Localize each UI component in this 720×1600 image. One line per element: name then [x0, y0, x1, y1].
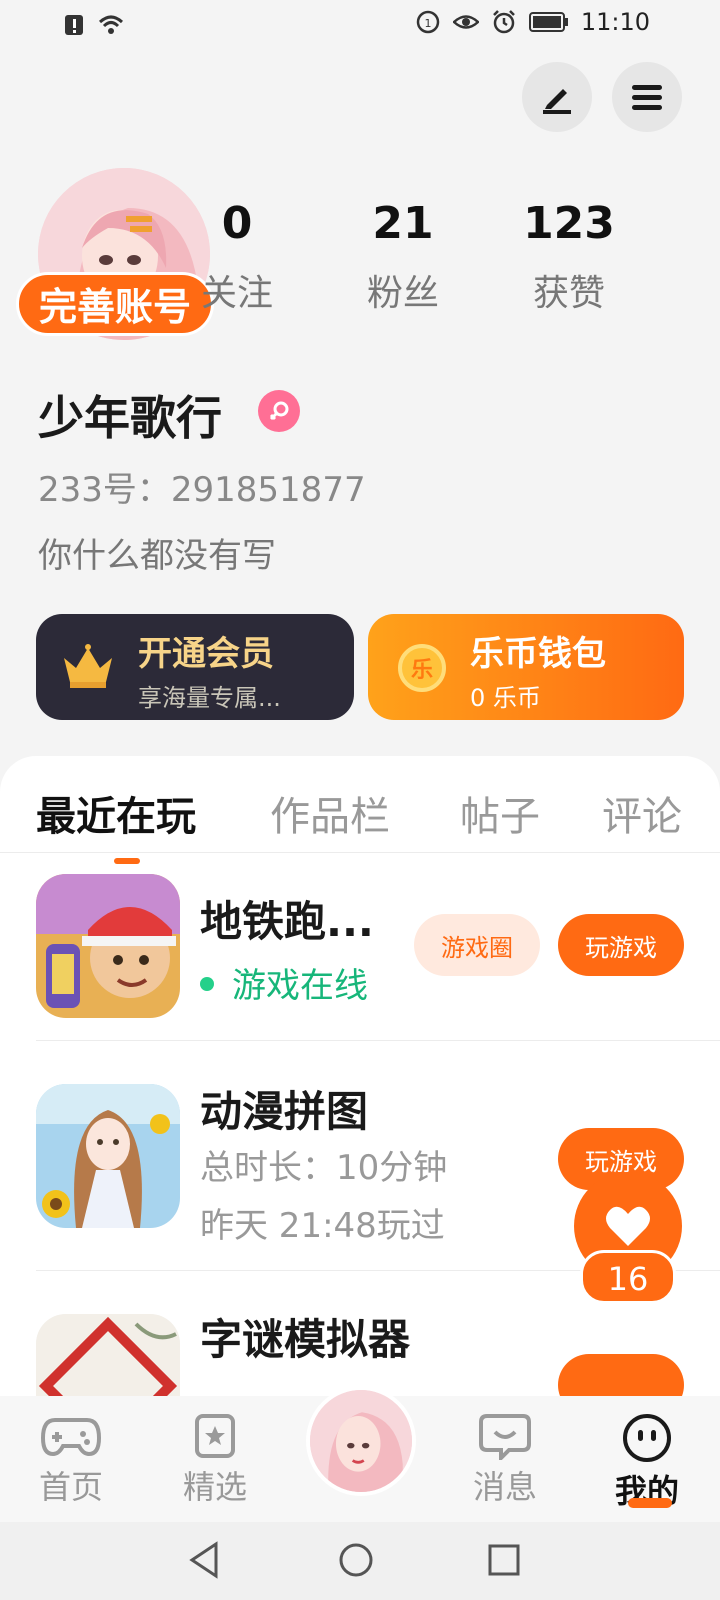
like-count-badge: 16	[580, 1250, 676, 1304]
nav-featured[interactable]: 精选	[160, 1412, 270, 1508]
stat-fans[interactable]: 21 粉丝	[328, 198, 478, 316]
following-count: 0	[221, 198, 253, 249]
chat-bubble-icon	[479, 1414, 531, 1460]
smiley-face-icon	[623, 1414, 671, 1462]
svg-text:1: 1	[424, 17, 431, 30]
back-icon[interactable]	[186, 1540, 222, 1580]
wallet-card[interactable]: 乐 乐币钱包 0 乐币	[368, 614, 684, 720]
game-name: 动漫拼图	[200, 1087, 369, 1136]
wallet-balance: 0 乐币	[470, 684, 541, 712]
crown-icon	[64, 644, 112, 688]
bottom-nav: 首页 精选 消息 我的	[0, 1386, 720, 1522]
user-id: 233号：291851877	[38, 470, 366, 510]
alert-icon	[65, 15, 83, 35]
vip-card[interactable]: 开通会员 享海量专属...	[36, 614, 354, 720]
gamepad-icon	[41, 1418, 101, 1457]
recents-icon[interactable]	[484, 1540, 524, 1580]
edit-icon	[543, 89, 571, 114]
tab-works[interactable]: 作品栏	[270, 784, 390, 842]
game-row[interactable]: 字谜模拟器	[0, 1314, 720, 1396]
tab-indicator	[114, 858, 140, 864]
status-bar: 1 11:10	[0, 0, 720, 48]
game-name: 地铁跑...	[200, 897, 374, 946]
menu-icon	[632, 85, 662, 110]
game-last-played: 昨天 21:48玩过	[200, 1206, 445, 1246]
bio: 你什么都没有写	[38, 536, 276, 576]
nav-center-avatar[interactable]	[306, 1386, 416, 1496]
tab-posts[interactable]: 帖子	[460, 784, 540, 842]
active-indicator	[628, 1498, 672, 1508]
tab-divider	[0, 852, 720, 853]
wifi-icon	[98, 15, 124, 34]
nav-mine[interactable]: 我的	[592, 1412, 702, 1512]
game-online-status: 游戏在线	[200, 958, 368, 1007]
vip-subtitle: 享海量专属...	[138, 684, 281, 712]
wallet-title: 乐币钱包	[470, 634, 606, 674]
heart-icon	[606, 1206, 650, 1246]
home-circle-icon[interactable]	[336, 1540, 376, 1580]
game-name: 字谜模拟器	[200, 1315, 411, 1364]
battery-icon	[528, 12, 568, 32]
coin-icon: 乐	[398, 644, 446, 692]
following-label: 关注	[200, 273, 273, 314]
alarm-icon	[492, 10, 515, 34]
status-time: 11:10	[580, 8, 650, 36]
username: 少年歌行	[38, 391, 222, 445]
row-divider	[36, 1040, 720, 1041]
play-game-button[interactable]: 玩游戏	[558, 914, 684, 976]
fans-label: 粉丝	[366, 273, 439, 314]
word-puzzle-game-icon[interactable]	[36, 1314, 180, 1396]
subway-game-icon[interactable]	[36, 874, 180, 1018]
star-bookmark-icon	[195, 1414, 235, 1458]
stat-likes[interactable]: 123 获赞	[494, 198, 644, 316]
nav-messages[interactable]: 消息	[450, 1412, 560, 1508]
edit-profile-button[interactable]	[522, 62, 592, 132]
online-dot-icon	[200, 976, 214, 991]
vip-title: 开通会员	[138, 634, 274, 674]
tab-recent-played[interactable]: 最近在玩	[36, 784, 196, 842]
avatar-illustration	[310, 1390, 412, 1492]
eye-icon	[452, 15, 479, 29]
menu-button[interactable]	[612, 62, 682, 132]
play-game-button[interactable]	[558, 1354, 684, 1396]
tab-comments[interactable]: 评论	[602, 784, 682, 842]
nav-featured-label: 精选	[182, 1468, 247, 1506]
likes-count: 123	[523, 198, 615, 249]
tab-bar: 最近在玩 作品栏 帖子 评论	[0, 784, 720, 864]
game-circle-button[interactable]: 游戏圈	[414, 914, 540, 976]
system-nav-bar	[0, 1522, 720, 1600]
nav-home-label: 首页	[38, 1468, 103, 1506]
nav-home[interactable]: 首页	[16, 1412, 126, 1508]
nav-messages-label: 消息	[472, 1468, 537, 1506]
likes-label: 获赞	[532, 273, 605, 314]
data-saver-icon: 1	[416, 10, 440, 34]
game-total-time: 总时长：10分钟	[200, 1148, 448, 1188]
stat-following[interactable]: 0 关注	[162, 198, 312, 316]
anime-puzzle-game-icon[interactable]	[36, 1084, 180, 1228]
female-icon	[258, 390, 300, 432]
fans-count: 21	[372, 198, 434, 249]
game-row[interactable]: 地铁跑... 游戏在线 游戏圈 玩游戏	[0, 874, 720, 1040]
